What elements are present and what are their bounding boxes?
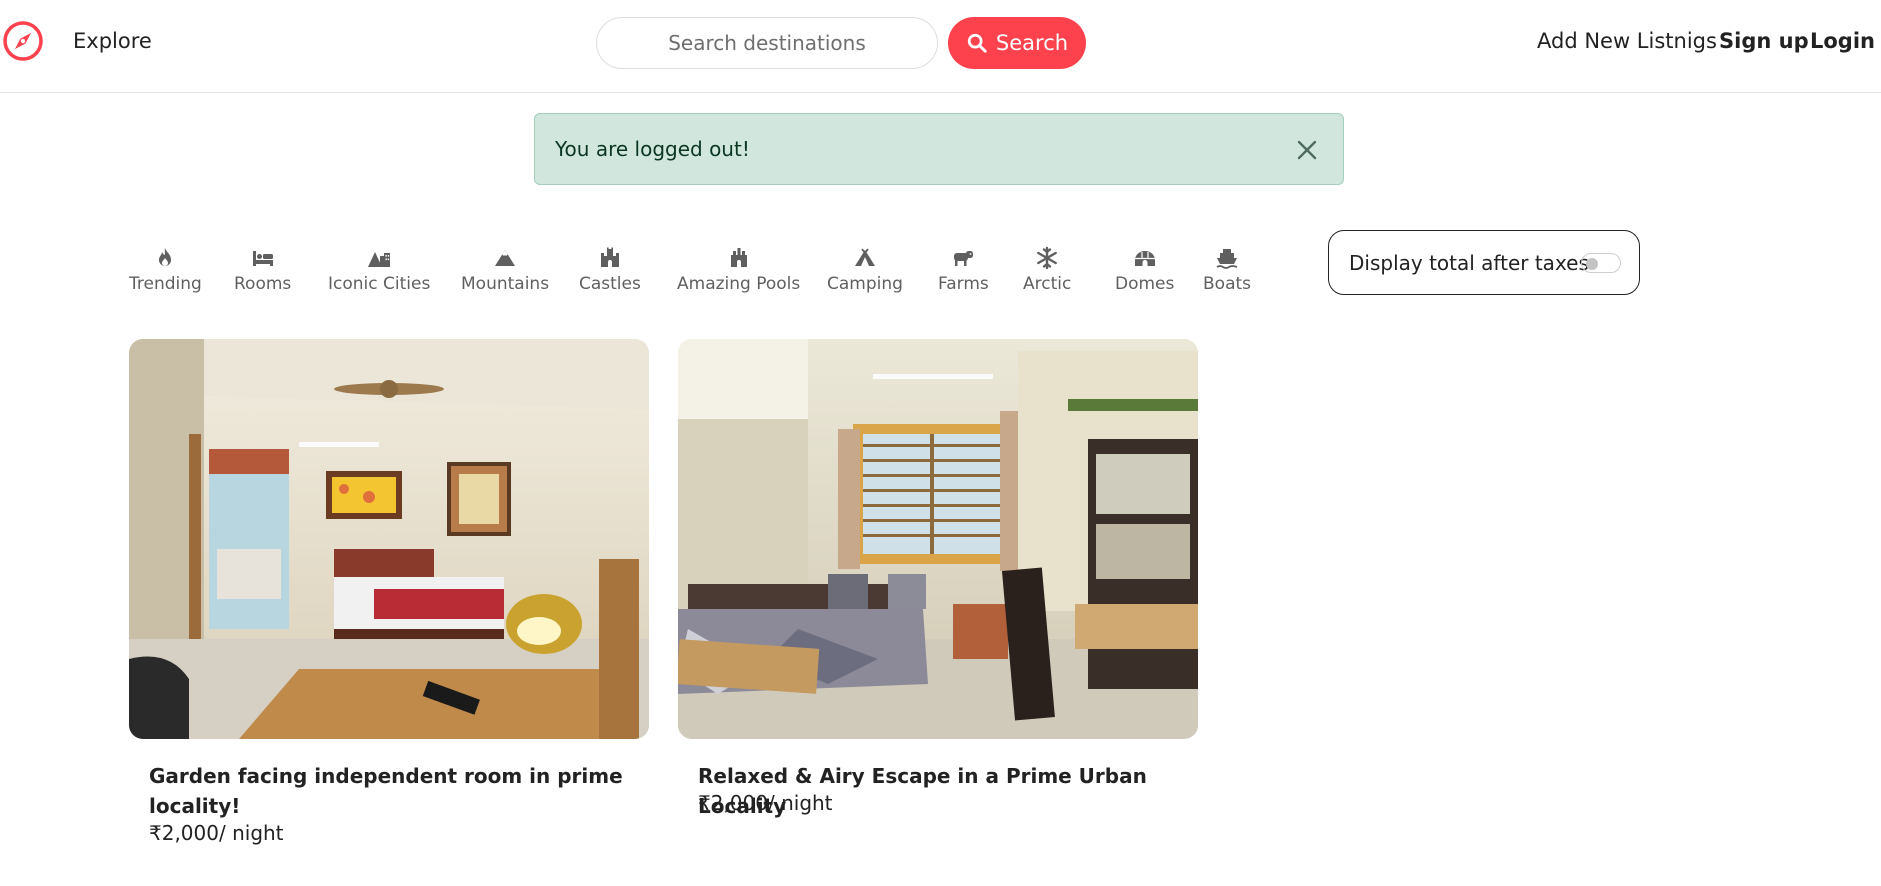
listing-card[interactable]: Garden facing independent room in prime …	[129, 339, 649, 845]
filter-label: Castles	[579, 274, 641, 294]
listing-price: ₹2,000/ night	[149, 821, 284, 845]
price-amount: ₹2,000	[698, 791, 768, 815]
cow-icon	[954, 251, 974, 266]
tax-toggle-switch[interactable]	[1581, 253, 1621, 273]
filter-camping[interactable]: Camping	[827, 246, 903, 294]
tax-toggle-label: Display total after taxes	[1349, 251, 1589, 275]
filter-label: Boats	[1203, 274, 1252, 294]
person-swimming-icon	[730, 248, 747, 267]
igloo-icon	[1134, 251, 1155, 266]
filter-label: Camping	[827, 274, 903, 294]
filter-amazing-pools[interactable]: Amazing Pools	[677, 246, 800, 294]
price-per-night: / night	[767, 791, 833, 815]
logout-alert: You are logged out!	[534, 113, 1344, 185]
filter-rooms[interactable]: Rooms	[234, 246, 291, 294]
mountain-icon	[495, 250, 516, 266]
tax-toggle-box: Display total after taxes	[1328, 230, 1640, 295]
filter-mountains[interactable]: Mountains	[461, 246, 549, 294]
ship-icon	[1216, 249, 1238, 269]
search-icon	[967, 33, 987, 53]
explore-link[interactable]: Explore	[73, 29, 152, 53]
switch-knob	[1586, 258, 1598, 270]
bed-icon	[252, 251, 273, 266]
filter-domes[interactable]: Domes	[1115, 246, 1174, 294]
listing-image	[678, 339, 1198, 739]
filter-label: Amazing Pools	[677, 274, 801, 294]
search-button-label: Search	[995, 31, 1069, 55]
snowflake-icon	[1037, 246, 1058, 270]
filter-label: Iconic Cities	[328, 274, 431, 294]
alert-message: You are logged out!	[555, 137, 750, 161]
filter-farms[interactable]: Farms	[938, 246, 989, 294]
filter-label: Farms	[938, 274, 989, 294]
price-amount: ₹2,000	[149, 821, 219, 845]
filter-boats[interactable]: Boats	[1203, 246, 1251, 294]
filter-trending[interactable]: Trending	[129, 246, 202, 294]
close-icon[interactable]	[1293, 136, 1321, 164]
mountain-city-icon	[368, 252, 391, 267]
filter-castles[interactable]: Castles	[579, 246, 641, 294]
filter-label: Rooms	[234, 274, 292, 294]
filter-label: Domes	[1115, 274, 1175, 294]
filter-iconic-cities[interactable]: Iconic Cities	[328, 246, 430, 294]
filter-label: Mountains	[461, 274, 550, 294]
filter-label: Trending	[129, 274, 202, 294]
search-input[interactable]	[596, 17, 938, 69]
signup-link[interactable]: Sign up	[1719, 29, 1809, 53]
add-new-listing-link[interactable]: Add New Listnigs	[1537, 29, 1717, 53]
listing-title: Garden facing independent room in prime …	[149, 764, 623, 818]
fire-icon	[159, 248, 172, 266]
search-button[interactable]: Search	[948, 17, 1086, 69]
listing-image	[129, 339, 649, 739]
filter-label: Arctic	[1023, 274, 1072, 294]
listing-card[interactable]: Relaxed & Airy Escape in a Prime Urban L…	[678, 339, 1198, 818]
login-link[interactable]: Login	[1810, 29, 1875, 53]
navbar: Explore Search Add New Listnigs Sign up …	[0, 0, 1881, 93]
filter-arctic[interactable]: Arctic	[1023, 246, 1071, 294]
campground-icon	[854, 248, 875, 266]
listing-price: ₹2,000/ night	[698, 791, 833, 815]
price-per-night: / night	[218, 821, 284, 845]
castle-icon	[600, 247, 619, 267]
compass-logo-icon[interactable]	[2, 20, 44, 62]
